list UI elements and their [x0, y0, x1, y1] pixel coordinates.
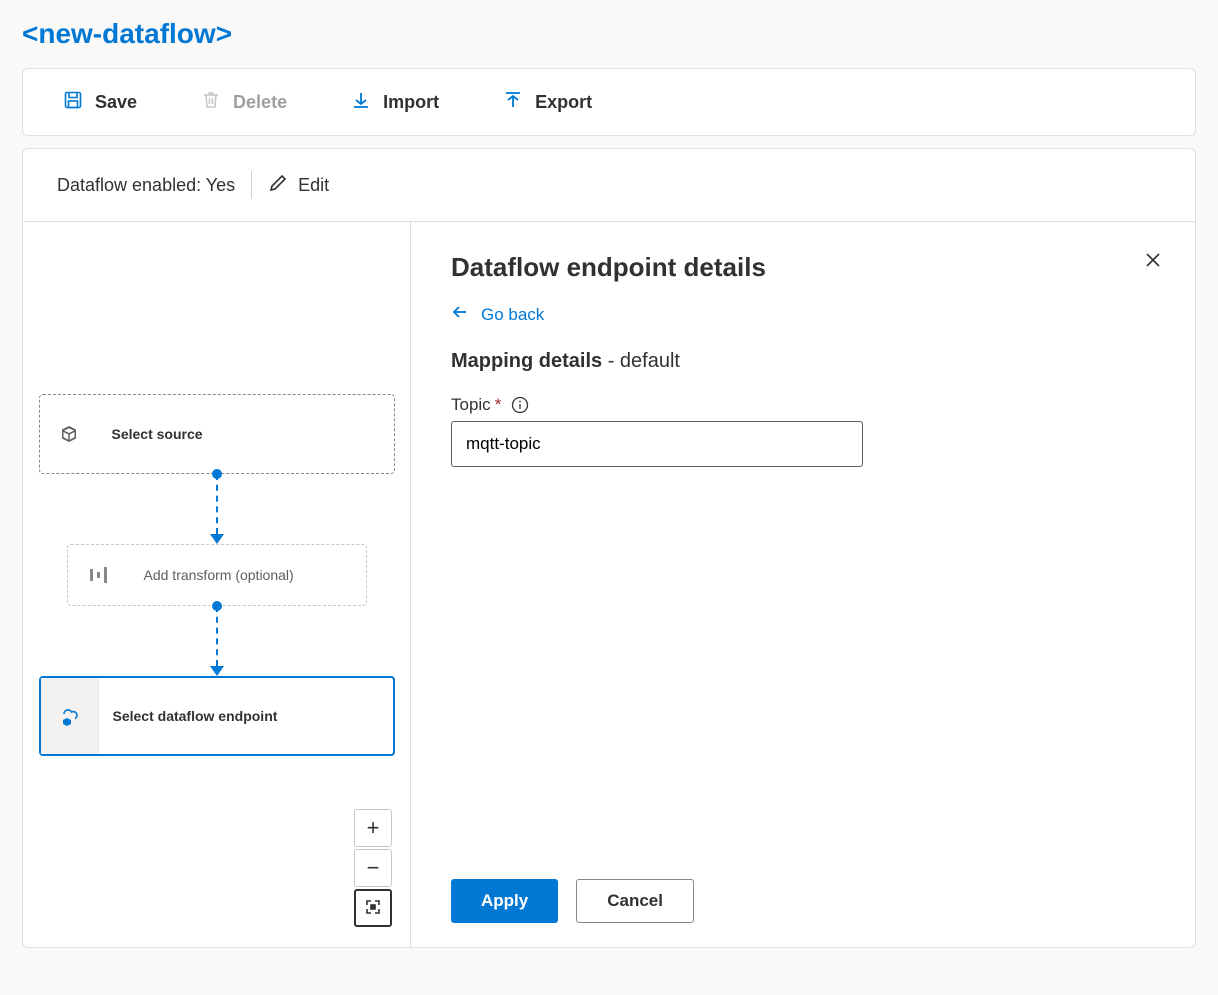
info-icon[interactable]	[511, 396, 529, 414]
save-button[interactable]: Save	[45, 80, 155, 125]
zoom-out-button[interactable]: −	[354, 849, 392, 887]
mapping-details: Mapping details - default	[451, 350, 1155, 373]
topic-input[interactable]	[451, 421, 863, 467]
pencil-icon	[268, 173, 288, 198]
endpoint-node[interactable]: Select dataflow endpoint	[39, 676, 395, 756]
export-button[interactable]: Export	[485, 80, 610, 125]
content-panel: Dataflow enabled: Yes Edit Select source	[22, 148, 1196, 948]
import-button[interactable]: Import	[333, 80, 457, 125]
delete-button: Delete	[183, 80, 305, 125]
connector	[210, 474, 224, 544]
save-icon	[63, 90, 83, 115]
close-button[interactable]	[1143, 250, 1163, 275]
dataflow-enabled-status: Dataflow enabled: Yes	[57, 175, 235, 196]
upload-icon	[503, 90, 523, 115]
save-label: Save	[95, 92, 137, 113]
diagram-pane: Select source Add transform (optional)	[23, 222, 411, 947]
go-back-link[interactable]: Go back	[451, 303, 1155, 326]
status-row: Dataflow enabled: Yes Edit	[23, 149, 1195, 222]
zoom-fit-button[interactable]	[354, 889, 392, 927]
footer-buttons: Apply Cancel	[451, 879, 1155, 923]
topic-field-label: Topic *	[451, 395, 1155, 415]
divider	[251, 171, 252, 199]
cube-icon	[40, 424, 98, 444]
source-label: Select source	[98, 426, 203, 442]
page-title: <new-dataflow>	[0, 0, 1218, 68]
source-node[interactable]: Select source	[39, 394, 395, 474]
arrow-left-icon	[451, 303, 469, 326]
fit-screen-icon	[365, 895, 381, 921]
endpoint-label: Select dataflow endpoint	[99, 708, 278, 724]
go-back-label: Go back	[481, 305, 544, 325]
transform-node[interactable]: Add transform (optional)	[67, 544, 367, 606]
zoom-controls: + −	[354, 809, 392, 929]
trash-icon	[201, 90, 221, 115]
plus-icon: +	[367, 815, 380, 841]
delete-label: Delete	[233, 92, 287, 113]
download-icon	[351, 90, 371, 115]
minus-icon: −	[367, 855, 380, 881]
cloud-cube-icon	[41, 678, 99, 754]
required-indicator: *	[495, 395, 502, 415]
transform-label: Add transform (optional)	[130, 567, 294, 583]
import-label: Import	[383, 92, 439, 113]
edit-label: Edit	[298, 175, 329, 196]
apply-button[interactable]: Apply	[451, 879, 558, 923]
toolbar: Save Delete Import Export	[22, 68, 1196, 136]
mapping-details-label: Mapping details	[451, 350, 602, 372]
edit-button[interactable]: Edit	[268, 173, 329, 198]
zoom-in-button[interactable]: +	[354, 809, 392, 847]
transform-icon	[68, 567, 130, 583]
mapping-details-value: default	[620, 350, 680, 372]
connector	[210, 606, 224, 676]
export-label: Export	[535, 92, 592, 113]
details-pane: Dataflow endpoint details Go back Mappin…	[411, 222, 1195, 947]
close-icon	[1143, 257, 1163, 274]
details-title: Dataflow endpoint details	[451, 252, 1155, 283]
cancel-button[interactable]: Cancel	[576, 879, 694, 923]
content-body: Select source Add transform (optional)	[23, 222, 1195, 947]
